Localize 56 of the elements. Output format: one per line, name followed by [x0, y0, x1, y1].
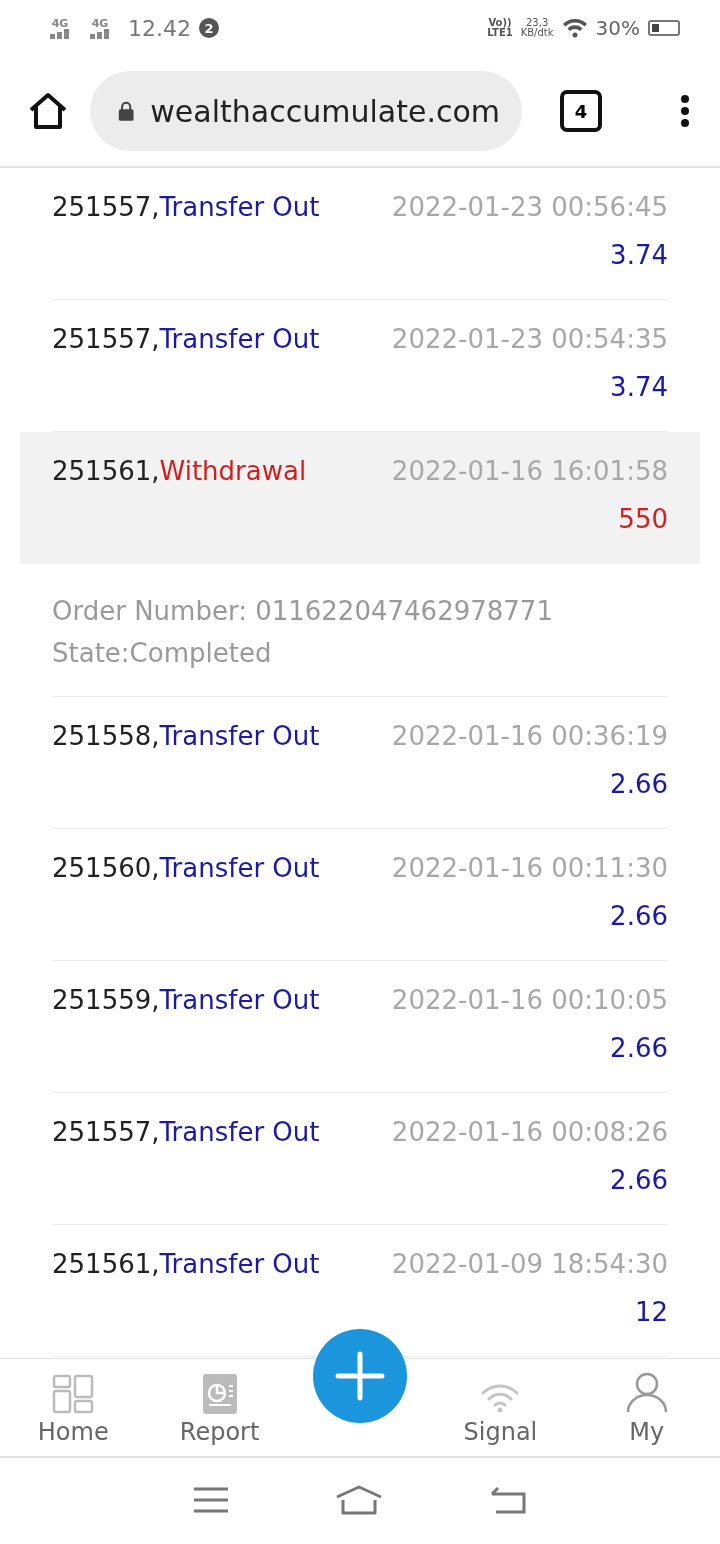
- transaction-time: 2022-01-23 00:56:45: [391, 191, 668, 224]
- transaction-title: 251561,Transfer Out: [52, 1248, 320, 1281]
- transaction-row[interactable]: 251561,Withdrawal 2022-01-16 16:01:58 550: [20, 432, 700, 564]
- transaction-title: 251561,Withdrawal: [52, 455, 307, 488]
- plus-icon: [335, 1351, 385, 1401]
- grid-icon: [52, 1374, 95, 1414]
- notification-count: 2: [199, 18, 219, 38]
- transaction-amount: 3.74: [610, 372, 668, 402]
- transaction-title: 251558,Transfer Out: [52, 720, 320, 753]
- address-bar[interactable]: wealthaccumulate.com: [90, 71, 522, 151]
- tab-count[interactable]: 4: [560, 90, 602, 132]
- lock-icon: [118, 99, 135, 123]
- person-icon: [625, 1372, 668, 1414]
- transaction-time: 2022-01-23 00:54:35: [391, 323, 668, 356]
- nav-tab[interactable]: My: [573, 1359, 720, 1456]
- transaction-row[interactable]: 251558,Transfer Out 2022-01-16 00:36:19 2.66: [52, 697, 668, 829]
- battery-icon: [648, 20, 680, 36]
- clock-time: 12.42: [128, 15, 191, 41]
- transaction-title: 251557,Transfer Out: [52, 323, 320, 356]
- transaction-row[interactable]: 251559,Transfer Out 2022-01-16 00:10:05 2.66: [52, 961, 668, 1093]
- transaction-title: 251557,Transfer Out: [52, 191, 320, 224]
- menu-icon[interactable]: [193, 1487, 228, 1513]
- transaction-time: 2022-01-16 00:11:30: [391, 852, 668, 885]
- battery-percent: 30%: [595, 16, 640, 40]
- transaction-time: 2022-01-16 00:08:26: [391, 1116, 668, 1149]
- transaction-amount: 2.66: [610, 901, 668, 931]
- nav-tab[interactable]: Home: [0, 1359, 147, 1456]
- transaction-time: 2022-01-16 00:10:05: [391, 984, 668, 1017]
- transaction-amount: 3.74: [610, 240, 668, 270]
- volte-indicator: Vo)) LTE1: [487, 17, 513, 39]
- transaction-amount: 12: [634, 1297, 668, 1327]
- transaction-amount: 2.66: [610, 1033, 668, 1063]
- transaction-time: 2022-01-16 00:36:19: [391, 720, 668, 753]
- transaction-row[interactable]: 251557,Transfer Out 2022-01-16 00:08:26 2.66: [52, 1093, 668, 1225]
- transaction-amount: 2.66: [610, 1165, 668, 1195]
- wifi-icon: [561, 18, 588, 38]
- transaction-amount: 550: [618, 504, 668, 534]
- nav-tab[interactable]: Signal: [427, 1359, 574, 1456]
- url-text: wealthaccumulate.com: [150, 93, 500, 129]
- transaction-amount: 2.66: [610, 769, 668, 799]
- transaction-time: 2022-01-09 18:54:30: [391, 1248, 668, 1281]
- transaction-title: 251557,Transfer Out: [52, 1116, 320, 1149]
- transaction-title: 251559,Transfer Out: [52, 984, 320, 1017]
- detail-text: State:Completed: [52, 638, 272, 668]
- detail-text: Order Number: 011622047462978771: [52, 596, 553, 626]
- report-icon: [202, 1374, 237, 1414]
- more-icon[interactable]: [680, 94, 690, 128]
- transaction-time: 2022-01-16 16:01:58: [391, 455, 668, 488]
- back-icon[interactable]: [490, 1486, 527, 1514]
- home-icon[interactable]: [28, 92, 68, 130]
- transaction-row[interactable]: 251557,Transfer Out 2022-01-23 00:56:45 3.74: [52, 168, 668, 300]
- nav-tab[interactable]: Report: [146, 1359, 293, 1456]
- network-speed: 23,3 KB/dtk: [520, 17, 554, 39]
- transaction-row[interactable]: 251560,Transfer Out 2022-01-16 00:11:30 2.66: [52, 829, 668, 961]
- transaction-title: 251560,Transfer Out: [52, 852, 320, 885]
- wifi-icon: [480, 1382, 521, 1414]
